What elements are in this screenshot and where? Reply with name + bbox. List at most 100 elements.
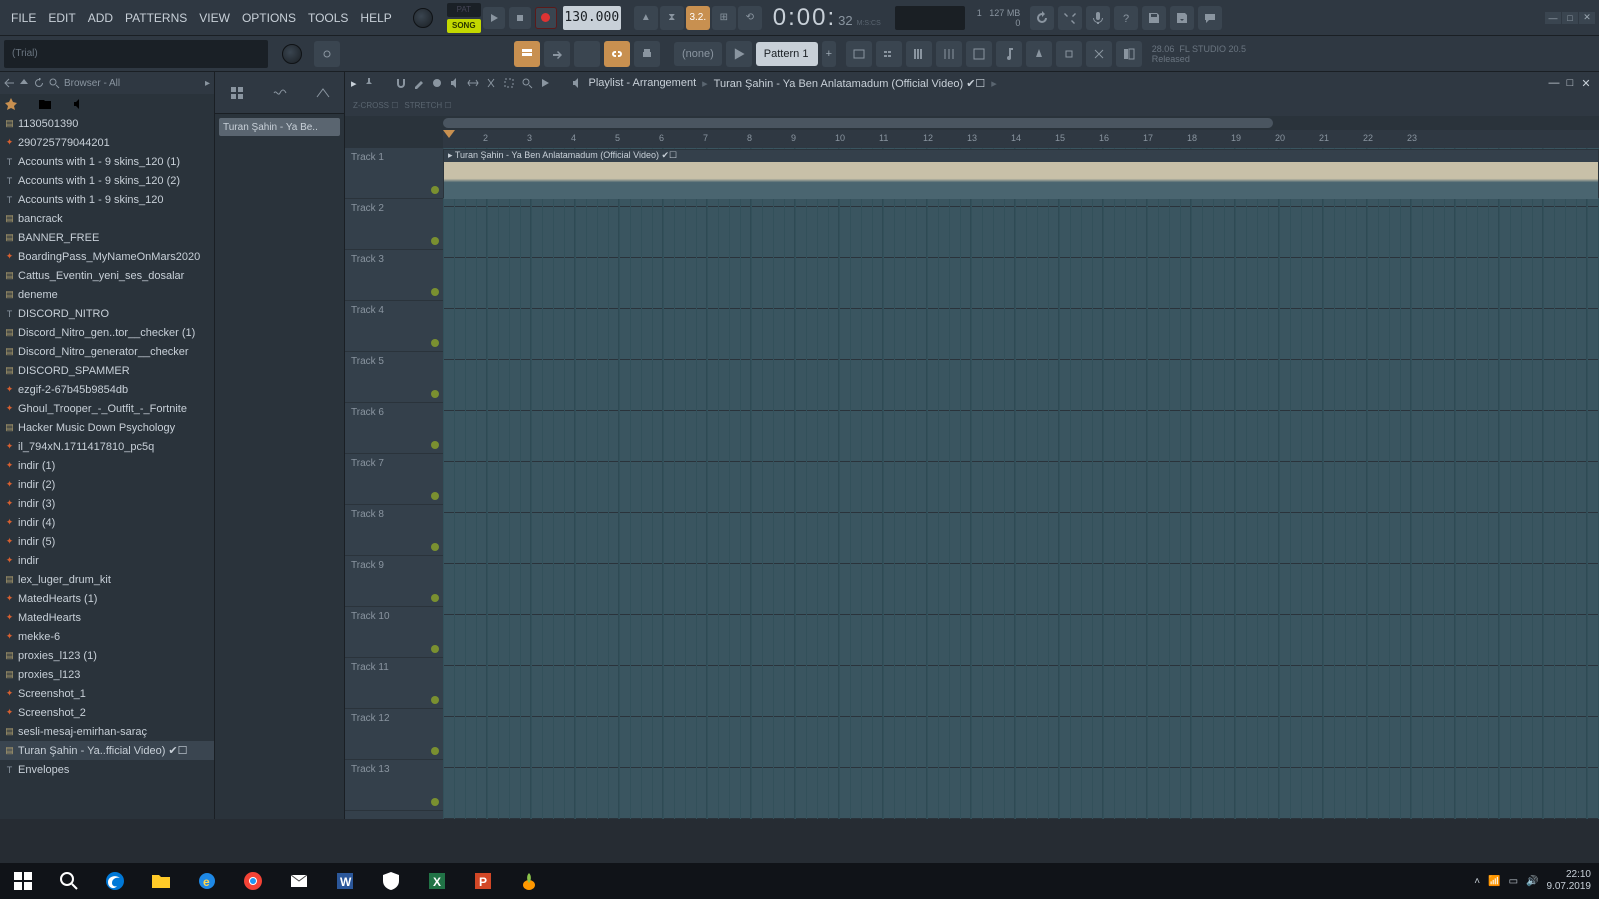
browser-item[interactable]: ▤BANNER_FREE — [0, 228, 214, 247]
pitch-knob[interactable] — [282, 44, 302, 64]
snap-value[interactable]: 3.2. — [686, 6, 710, 30]
mic-icon[interactable] — [1086, 6, 1110, 30]
slide-icon[interactable] — [314, 41, 340, 67]
taskbar-defender-icon[interactable] — [368, 863, 414, 899]
track-header[interactable]: Track 12 — [345, 709, 443, 760]
tray-clock[interactable]: 22:10 9.07.2019 — [1547, 869, 1592, 893]
slice-icon[interactable] — [485, 77, 497, 89]
maximize-button[interactable]: □ — [1562, 12, 1578, 24]
tray-wifi-icon[interactable]: 📶 — [1488, 876, 1500, 887]
browser-item[interactable]: ✦Ghoul_Trooper_-_Outfit_-_Fortnite — [0, 399, 214, 418]
menu-patterns[interactable]: PATTERNS — [120, 7, 192, 29]
favorite-icon[interactable] — [4, 97, 18, 111]
pattern-selector[interactable]: Pattern 1 — [756, 42, 818, 66]
track-mute-led[interactable] — [431, 594, 439, 602]
pl-min-button[interactable]: — — [1547, 77, 1561, 90]
track-mute-led[interactable] — [431, 747, 439, 755]
track-header[interactable]: Track 2 — [345, 199, 443, 250]
loop-icon[interactable]: ⟲ — [738, 6, 762, 30]
playlist-hscroll[interactable] — [443, 116, 1599, 130]
track-header[interactable]: Track 7 — [345, 454, 443, 505]
track-header[interactable]: Track 3 — [345, 250, 443, 301]
playlist-ruler[interactable]: 234567891011121314151617181920212223 — [443, 130, 1599, 148]
render-icon[interactable] — [1170, 6, 1194, 30]
browser-item[interactable]: ▤proxies_l123 — [0, 665, 214, 684]
pattern-play-icon[interactable] — [726, 41, 752, 67]
tools-icon[interactable] — [1058, 6, 1082, 30]
browser-item[interactable]: TAccounts with 1 - 9 skins_120 — [0, 190, 214, 209]
step-forward-icon[interactable] — [544, 41, 570, 67]
wave-icon[interactable] — [273, 86, 287, 100]
browser-item[interactable]: ▤lex_luger_drum_kit — [0, 570, 214, 589]
stop-button[interactable] — [509, 7, 531, 29]
tempo-tap-icon[interactable] — [1026, 41, 1052, 67]
tray-chevron-icon[interactable]: ˄ — [1474, 876, 1480, 887]
start-button[interactable] — [0, 863, 46, 899]
pencil-icon[interactable] — [413, 77, 425, 89]
speaker-icon[interactable] — [72, 97, 86, 111]
menu-file[interactable]: FILE — [6, 7, 41, 29]
pattern-add-icon[interactable]: + — [822, 41, 836, 67]
snap-combo[interactable]: (none) — [674, 42, 722, 66]
track-mute-led[interactable] — [431, 645, 439, 653]
browser-item[interactable]: TEnvelopes — [0, 760, 214, 779]
track-header[interactable]: Track 9 — [345, 556, 443, 607]
browser-item[interactable]: TAccounts with 1 - 9 skins_120 (1) — [0, 152, 214, 171]
menu-edit[interactable]: EDIT — [43, 7, 80, 29]
loop-plus-icon[interactable]: ⊞ — [712, 6, 736, 30]
main-volume-knob[interactable] — [413, 8, 433, 28]
pat-mode[interactable]: PAT — [447, 3, 481, 17]
browser-item[interactable]: ▤Discord_Nitro_generator__checker — [0, 342, 214, 361]
browser-item[interactable]: ▤Discord_Nitro_gen..tor__checker (1) — [0, 323, 214, 342]
menu-help[interactable]: HELP — [355, 7, 396, 29]
track-mute-led[interactable] — [431, 339, 439, 347]
link-icon[interactable] — [604, 41, 630, 67]
browser-item[interactable]: TAccounts with 1 - 9 skins_120 (2) — [0, 171, 214, 190]
browser-toggle-icon[interactable] — [1116, 41, 1142, 67]
brush-icon[interactable] — [431, 77, 443, 89]
metronome-icon[interactable]: ▲ — [634, 6, 658, 30]
taskbar-mail-icon[interactable] — [276, 863, 322, 899]
tray-volume-icon[interactable]: 🔊 — [1526, 876, 1538, 887]
track-header[interactable]: Track 1 — [345, 148, 443, 199]
track-mute-led[interactable] — [431, 696, 439, 704]
track-mute-led[interactable] — [431, 492, 439, 500]
browser-item[interactable]: ▤sesli-mesaj-emirhan-saraç — [0, 722, 214, 741]
browser-item[interactable]: ▤bancrack — [0, 209, 214, 228]
taskbar-word-icon[interactable]: W — [322, 863, 368, 899]
play-button[interactable] — [483, 7, 505, 29]
grid-icon[interactable] — [230, 86, 244, 100]
playback-icon[interactable] — [539, 77, 551, 89]
pl-max-button[interactable]: □ — [1563, 77, 1577, 90]
browser-item[interactable]: ✦BoardingPass_MyNameOnMars2020 — [0, 247, 214, 266]
pin-icon[interactable] — [363, 77, 375, 89]
track-mute-led[interactable] — [431, 390, 439, 398]
track-grid[interactable]: ▸ Turan Şahin - Ya Ben Anlatamadum (Offi… — [443, 148, 1599, 819]
browser-item[interactable]: ▤Turan Şahin - Ya..fficial Video) ✔☐ — [0, 741, 214, 760]
browser-item[interactable]: ✦Screenshot_2 — [0, 703, 214, 722]
slip-icon[interactable] — [467, 77, 479, 89]
browser-item[interactable]: ▤Hacker Music Down Psychology — [0, 418, 214, 437]
track-header[interactable]: Track 6 — [345, 403, 443, 454]
browser-item[interactable]: TDISCORD_NITRO — [0, 304, 214, 323]
taskbar-powerpoint-icon[interactable]: P — [460, 863, 506, 899]
close-all-icon[interactable] — [1086, 41, 1112, 67]
browser-item[interactable]: ✦indir (4) — [0, 513, 214, 532]
browser-item[interactable]: ▤1130501390 — [0, 114, 214, 133]
zoom-icon[interactable] — [521, 77, 533, 89]
song-mode[interactable]: SONG — [447, 19, 481, 33]
track-header[interactable]: Track 5 — [345, 352, 443, 403]
minimize-button[interactable]: — — [1545, 12, 1561, 24]
plugin-icon[interactable] — [1056, 41, 1082, 67]
stretch-label[interactable]: STRETCH ☐ — [404, 101, 451, 110]
menu-add[interactable]: ADD — [83, 7, 118, 29]
record-button[interactable] — [535, 7, 557, 29]
browser-item[interactable]: ✦il_794xN.1711417810_pc5q — [0, 437, 214, 456]
browser-item[interactable]: ✦indir (2) — [0, 475, 214, 494]
refresh-icon[interactable] — [34, 78, 45, 89]
playhead-marker[interactable] — [443, 130, 455, 148]
view-stepseq-icon[interactable] — [876, 41, 902, 67]
view-mixer-icon[interactable] — [936, 41, 962, 67]
taskbar-flstudio-icon[interactable] — [506, 863, 552, 899]
browser-item[interactable]: ✦indir — [0, 551, 214, 570]
